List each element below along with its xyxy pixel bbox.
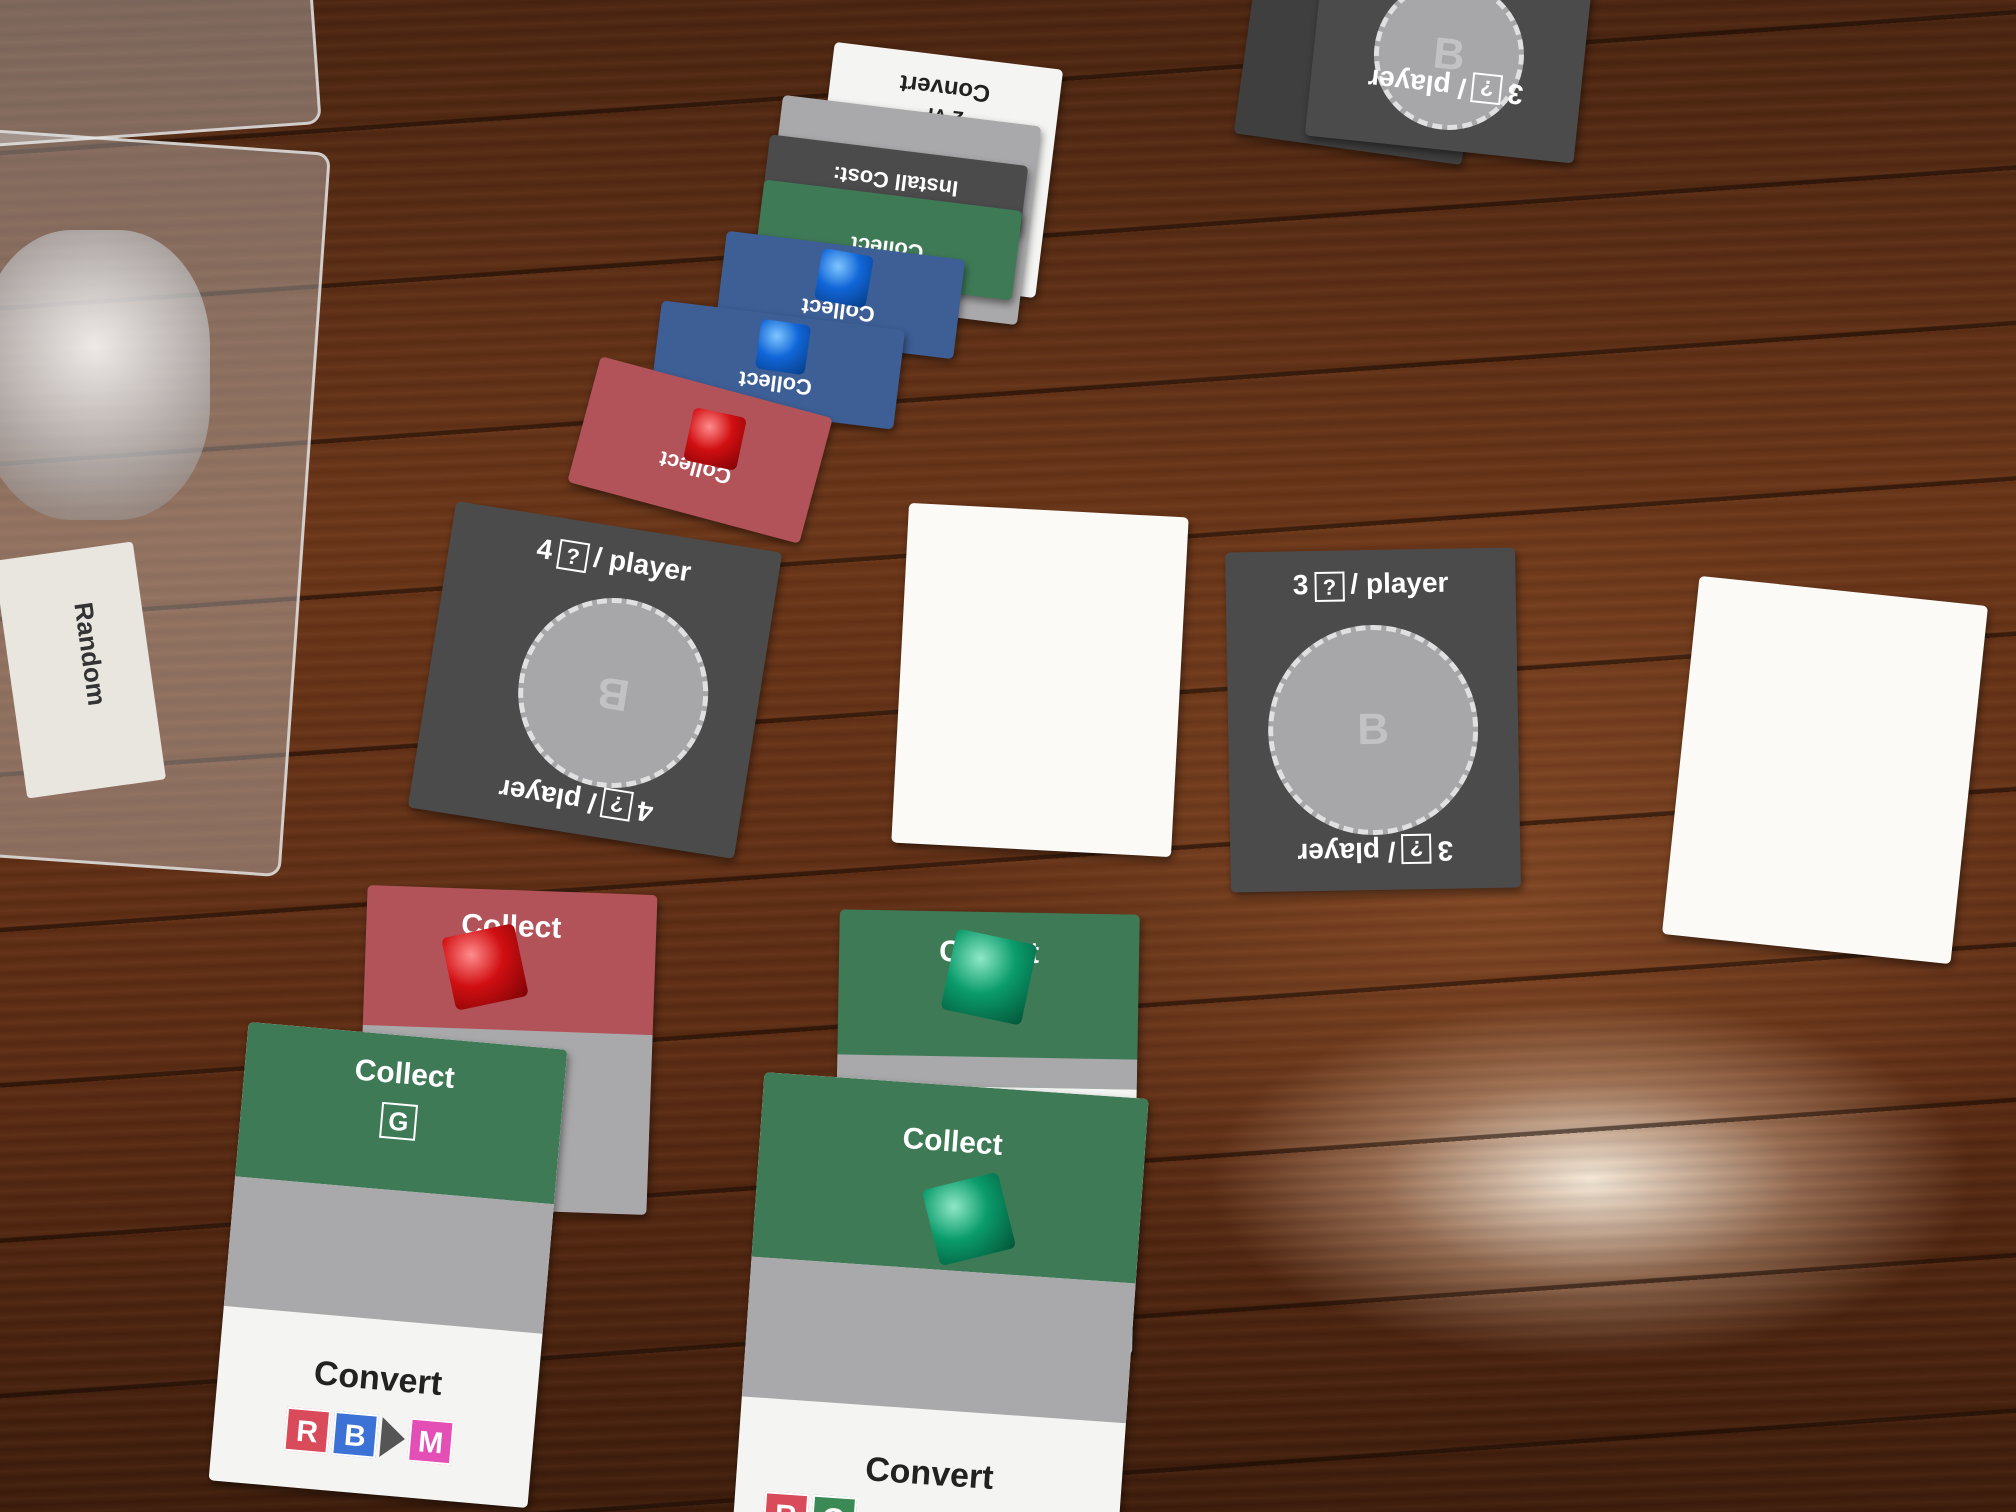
wooden-table: Random B 3?/ player Convert 2 VP Install… xyxy=(0,0,2016,1512)
red-cube[interactable] xyxy=(682,406,748,472)
bonus-ring: B xyxy=(504,584,722,802)
random-label: Random xyxy=(68,600,113,708)
token-jar xyxy=(0,230,210,520)
blue-cube[interactable] xyxy=(813,247,875,309)
blank-card[interactable] xyxy=(1661,575,1989,965)
storage-box-lid xyxy=(0,0,322,148)
blue-cube[interactable] xyxy=(754,318,812,376)
bonus-card-4[interactable]: 4? / player B 4?/ player xyxy=(407,501,783,859)
deck-card: B 3?/ player xyxy=(1304,0,1596,164)
bonus-card-3[interactable]: 3? / player B 3?/ player xyxy=(1225,547,1521,893)
red-cube[interactable] xyxy=(441,923,529,1011)
blank-card[interactable] xyxy=(891,502,1189,858)
green-cube[interactable] xyxy=(940,928,1038,1026)
green-convert-card-2[interactable]: Collect Convert R G xyxy=(732,1072,1149,1512)
arrow-icon xyxy=(379,1417,407,1460)
bonus-ring: B xyxy=(1266,623,1480,837)
green-convert-card[interactable]: Collect G Convert R B M xyxy=(208,1021,568,1509)
